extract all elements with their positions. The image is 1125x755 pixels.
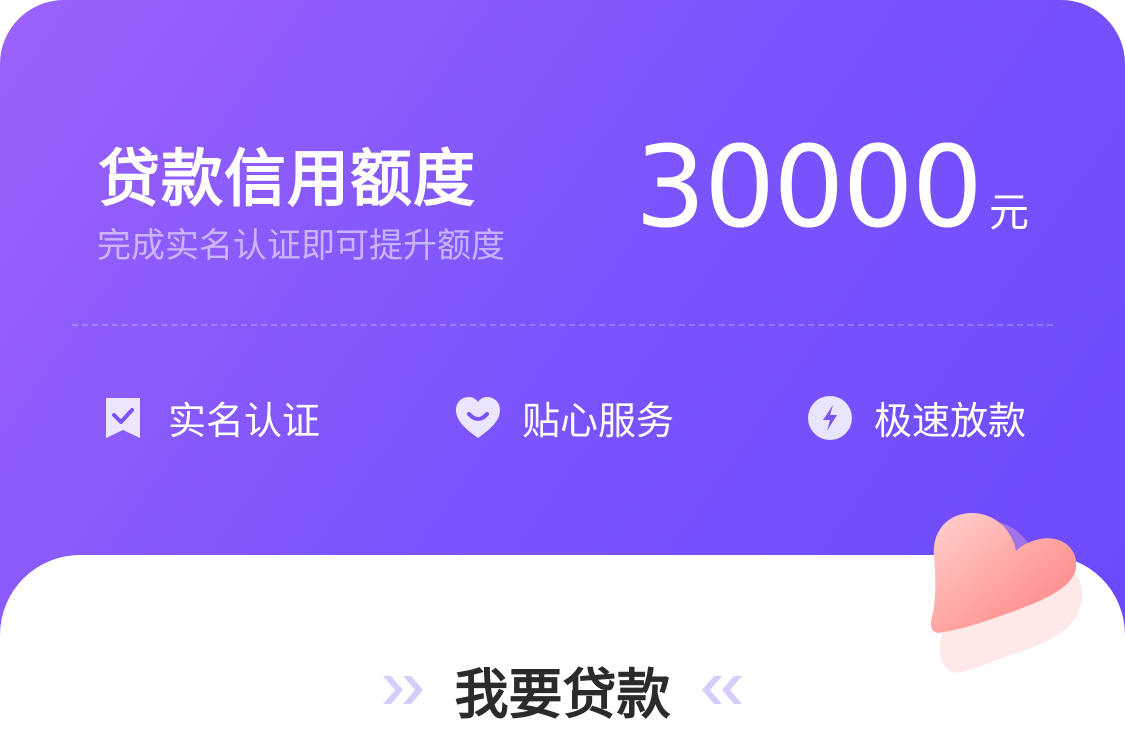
credit-amount: 30000 元	[635, 132, 1029, 244]
amount-unit: 元	[989, 190, 1029, 236]
feature-service: 贴心服务	[454, 390, 674, 445]
double-chevron-right-icon	[383, 675, 424, 704]
feature-label: 贴心服务	[522, 399, 675, 443]
section-heading: 我要贷款	[0, 650, 1125, 729]
amount-value: 30000	[634, 123, 983, 253]
dashed-divider	[72, 324, 1053, 326]
verified-badge-icon	[106, 397, 140, 438]
lightning-icon	[808, 395, 852, 440]
double-chevron-left-icon	[701, 675, 742, 704]
feature-verification: 实名认证	[100, 390, 320, 445]
heart-icon	[456, 396, 500, 438]
feature-label: 极速放款	[874, 399, 1027, 443]
page-title: 贷款信用额度	[98, 142, 477, 215]
feature-label: 实名认证	[168, 399, 321, 443]
feature-fast-loan: 极速放款	[806, 390, 1026, 445]
subtitle: 完成实名认证即可提升额度	[97, 226, 505, 266]
